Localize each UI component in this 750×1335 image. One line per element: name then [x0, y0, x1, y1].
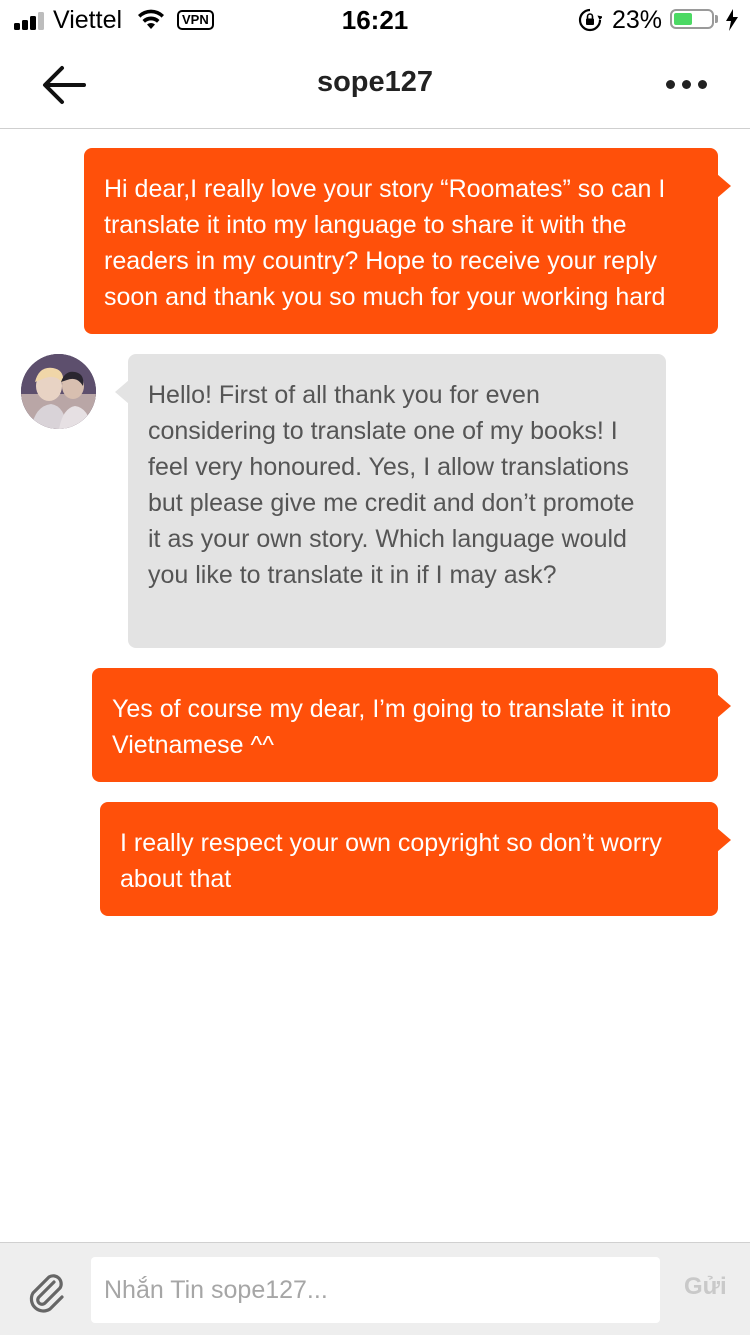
paperclip-icon[interactable] — [24, 1269, 68, 1313]
send-button[interactable]: Gửi — [684, 1273, 727, 1301]
more-horizontal-icon[interactable] — [662, 72, 712, 94]
battery-percent: 23% — [612, 6, 663, 34]
message-bubble-outgoing[interactable]: Yes of course my dear, I’m going to tran… — [92, 668, 731, 782]
status-bar: Viettel VPN 16:21 23% — [0, 0, 750, 40]
battery-icon — [670, 9, 714, 29]
message-bubble-incoming[interactable]: Hello! First of all thank you for even c… — [115, 354, 666, 648]
orientation-lock-icon — [578, 8, 602, 32]
bolt-icon — [726, 9, 738, 31]
avatar[interactable] — [21, 354, 96, 429]
message-bubble-outgoing[interactable]: I really respect your own copyright so d… — [100, 802, 731, 916]
message-input[interactable]: Nhắn Tin sope127... — [91, 1257, 660, 1323]
conversation-title: sope127 — [316, 66, 434, 98]
nav-bar: sope127 — [0, 40, 750, 129]
battery-tip — [715, 15, 718, 23]
message-bubble-outgoing[interactable]: Hi dear,I really love your story “Roomat… — [84, 148, 731, 334]
message-composer: Nhắn Tin sope127... Gửi — [0, 1242, 750, 1335]
